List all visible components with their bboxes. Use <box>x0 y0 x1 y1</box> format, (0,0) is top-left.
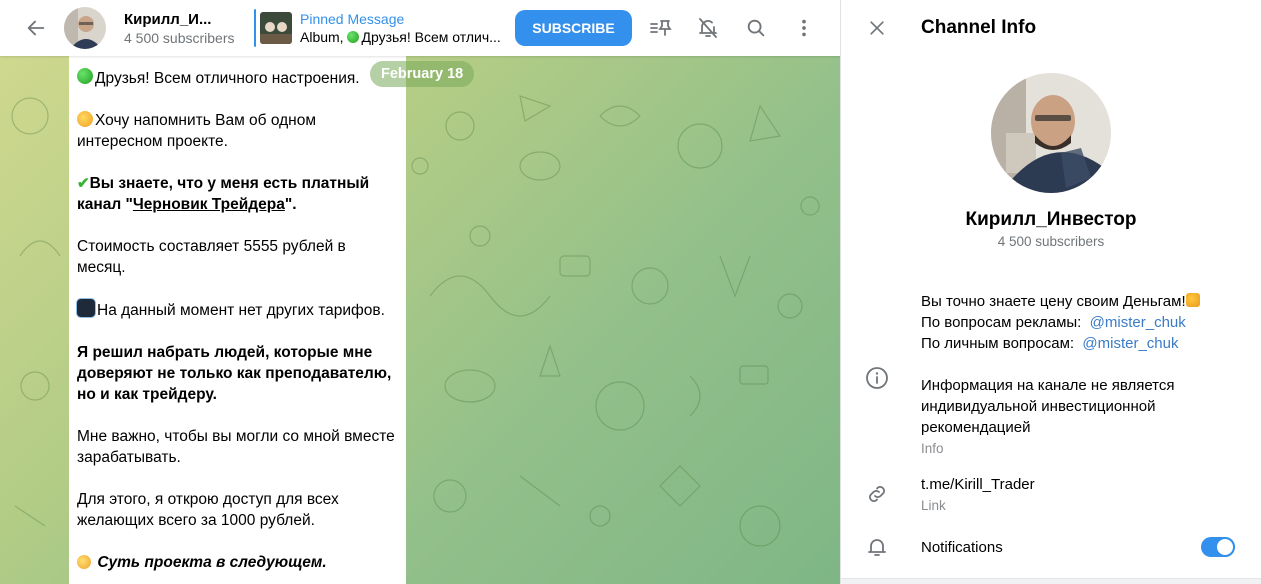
channel-link-row[interactable]: t.me/Kirill_Trader Link <box>921 474 1035 516</box>
channel-subscribers: 4 500 subscribers <box>997 234 1105 249</box>
message-paragraph: Мне важно, чтобы вы могли со мной вместе… <box>77 426 398 468</box>
date-separator: February 18 <box>370 61 475 87</box>
check-mark-emoji-icon: ✔ <box>77 175 90 192</box>
waving-face-emoji-icon <box>77 111 93 127</box>
message-paragraph: На данный момент нет других тарифов. <box>77 299 398 321</box>
pinned-preview: Album, Друзья! Всем отлич... <box>300 28 510 46</box>
chat-header: Кирилл_И... 4 500 subscribers Pinned Mes… <box>0 0 840 56</box>
pinned-label: Pinned Message <box>300 11 405 27</box>
message-paragraph: Друзья! Всем отличного настроения. <box>77 68 398 89</box>
info-emoji-icon <box>77 299 95 317</box>
channel-description: Вы точно знаете цену своим Деньгам! По в… <box>921 291 1251 459</box>
bell-icon <box>868 539 886 556</box>
link-sub-label: Link <box>921 498 946 513</box>
message-text: Для этого, я открою доступ для всех жела… <box>77 491 339 529</box>
message-paragraph: Я решил набрать людей, которые мне довер… <box>77 342 398 405</box>
pinned-list-button[interactable] <box>645 13 675 43</box>
panel-divider <box>841 578 1261 584</box>
pinned-thumbnail-image <box>260 12 292 44</box>
channel-title-block[interactable]: Кирилл_И... 4 500 subscribers <box>124 10 242 47</box>
about-text: По личным вопросам: <box>921 335 1083 352</box>
pinned-thumbnail <box>260 12 292 44</box>
ads-contact-link[interactable]: @mister_chuk <box>1090 314 1186 331</box>
pinned-text: Pinned Message Album, Друзья! Всем отлич… <box>300 10 510 46</box>
avatar-photo <box>64 7 106 49</box>
avatar-photo <box>991 73 1111 193</box>
green-circle-emoji-icon <box>77 68 93 84</box>
message-text: Я решил набрать людей, которые мне довер… <box>77 344 392 403</box>
notifications-label: Notifications <box>921 539 1003 556</box>
message-paragraph: Стоимость составляет 5555 рублей в месяц… <box>77 236 398 278</box>
message-bubble[interactable]: Друзья! Всем отличного настроения. Хочу … <box>69 56 406 584</box>
about-line: Вы точно знаете цену своим Деньгам! <box>921 291 1251 312</box>
arrow-left-icon <box>27 20 45 36</box>
channel-link-value[interactable]: t.me/Kirill_Trader <box>921 474 1035 495</box>
about-text: Вы точно знаете цену своим Деньгам! <box>921 293 1186 310</box>
about-line: По вопросам рекламы: @mister_chuk <box>921 312 1251 333</box>
channel-info-panel: Channel Info Кирилл_Инвестор 4 500 subsc… <box>840 0 1261 584</box>
search-button[interactable] <box>741 13 771 43</box>
pinned-preview-prefix: Album, <box>300 29 348 45</box>
green-circle-emoji-icon <box>347 31 360 43</box>
pinned-indicator <box>254 9 256 47</box>
about-text: По вопросам рекламы: <box>921 314 1090 331</box>
message-text: ". <box>284 196 297 213</box>
message-text: Стоимость составляет 5555 рублей в месяц… <box>77 238 346 276</box>
message-paragraph: Хочу напомнить Вам об одном интересном п… <box>77 110 398 152</box>
info-sub-label: Info <box>921 441 944 456</box>
pinned-preview-text: Друзья! Всем отлич... <box>361 29 501 45</box>
more-button[interactable] <box>789 13 819 43</box>
channel-avatar[interactable] <box>64 7 106 49</box>
message-text: На данный момент нет других тарифов. <box>97 302 385 319</box>
channel-avatar-large[interactable] <box>991 73 1111 193</box>
message-text: Суть проекта в следующем. <box>97 554 327 571</box>
mute-bell-icon <box>699 18 717 38</box>
channel-name: Кирилл_Инвестор <box>965 209 1137 230</box>
smiling-face-emoji-icon <box>77 555 91 569</box>
message-text: Хочу напомнить Вам об одном интересном п… <box>77 112 317 150</box>
notifications-toggle[interactable] <box>1201 537 1235 557</box>
channel-subscribers: 4 500 subscribers <box>124 29 235 46</box>
personal-contact-link[interactable]: @mister_chuk <box>1082 335 1178 352</box>
more-vertical-icon <box>802 19 806 37</box>
notifications-row-icon <box>863 533 891 561</box>
link-icon <box>869 486 885 502</box>
info-row-icon <box>863 364 891 392</box>
chat-area: Кирилл_И... 4 500 subscribers Pinned Mes… <box>0 0 840 584</box>
pinned-message[interactable]: Pinned Message Album, Друзья! Всем отлич… <box>254 8 510 48</box>
message-text: Мне важно, чтобы вы могли со мной вместе… <box>77 428 395 466</box>
channel-link[interactable]: Черновик Трейдера <box>133 196 285 213</box>
panel-title: Channel Info <box>921 17 1037 38</box>
mute-button[interactable] <box>693 13 723 43</box>
close-icon <box>870 21 884 35</box>
close-button[interactable] <box>859 10 895 46</box>
message-paragraph: Суть проекта в следующем. <box>77 552 398 573</box>
search-icon <box>747 19 765 37</box>
thumbs-up-emoji-icon <box>1185 293 1200 307</box>
about-line: По личным вопросам: @mister_chuk <box>921 333 1251 354</box>
pinned-list-icon <box>650 20 672 36</box>
link-row-icon <box>863 480 891 508</box>
subscribe-button[interactable]: SUBSCRIBE <box>515 10 632 46</box>
about-disclaimer: Информация на канале не является индивид… <box>921 377 1175 436</box>
message-text: Друзья! Всем отличного настроения. <box>95 70 360 87</box>
channel-title: Кирилл_И... <box>124 10 212 28</box>
message-paragraph: ✔Вы знаете, что у меня есть платный кана… <box>77 173 398 215</box>
info-icon <box>866 367 888 389</box>
back-button[interactable] <box>18 10 54 46</box>
message-paragraph: Для этого, я открою доступ для всех жела… <box>77 489 398 531</box>
panel-header: Channel Info <box>841 0 1261 56</box>
